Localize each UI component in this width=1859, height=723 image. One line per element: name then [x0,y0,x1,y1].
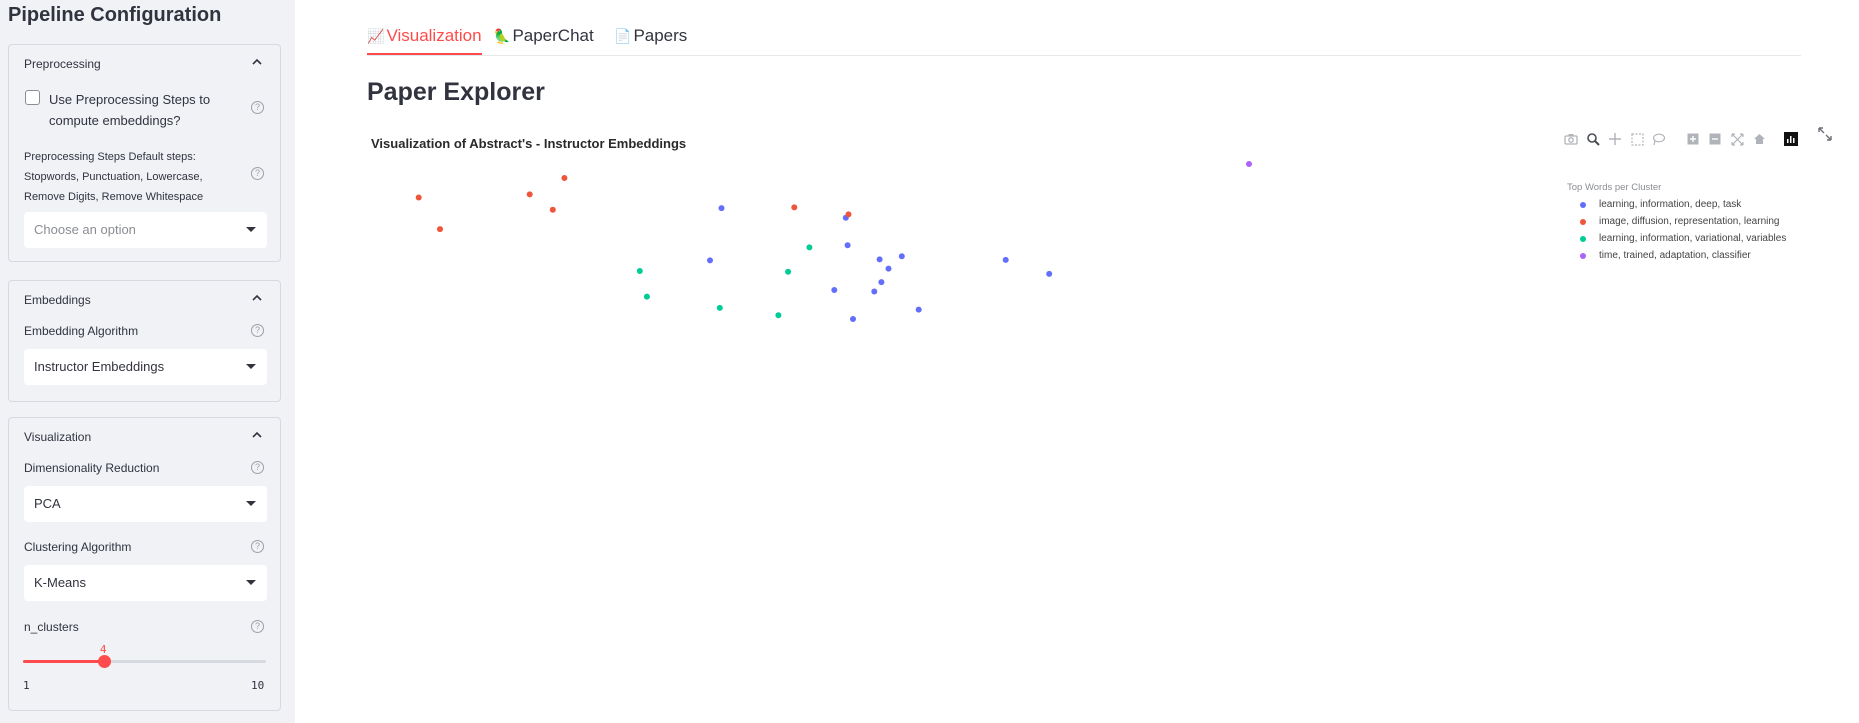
scatter-point-0-5[interactable] [707,257,713,264]
legend-item[interactable]: learning, information, variational, vari… [1567,230,1786,247]
scatter-point-0-4[interactable] [876,256,883,263]
scatter-point-0-7[interactable] [1002,256,1009,263]
scatter-point-0-11[interactable] [871,288,878,295]
n-clusters-min: 1 [23,679,30,692]
clustering-algorithm-label: Clustering Algorithm [24,540,132,554]
slider-fill [23,660,104,663]
embeddings-header[interactable]: Embeddings [24,293,91,307]
scatter-point-2-5[interactable] [775,312,782,319]
scatter-point-0-12[interactable] [915,306,922,313]
scatter-point-0-6[interactable] [885,265,892,272]
scatter-point-1-5[interactable] [791,204,798,211]
scatter-point-2-0[interactable] [806,244,813,251]
preprocessing-panel: Preprocessing Use Preprocessing Steps to… [8,44,281,262]
legend-marker-2 [1580,235,1586,242]
scatter-point-3-0[interactable] [1246,161,1252,167]
legend-marker-0 [1580,201,1586,208]
sidebar-title: Pipeline Configuration [8,4,222,26]
scatter-point-1-6[interactable] [845,211,852,218]
help-icon[interactable]: ? [251,167,264,180]
help-icon[interactable]: ? [251,324,264,337]
preprocessing-steps-label: Preprocessing Steps Default steps: Stopw… [24,151,204,203]
scatter-point-0-9[interactable] [878,279,885,286]
scatter-point-0-0[interactable] [718,205,725,212]
slider-thumb[interactable] [97,655,111,668]
chart-legend: Top Words per Cluster learning, informat… [1567,182,1786,264]
caret-down-icon [246,580,256,585]
scatter-point-1-4[interactable] [437,226,443,233]
scatter-point-1-1[interactable] [415,194,422,201]
scatter-point-2-4[interactable] [716,304,723,311]
caret-down-icon [246,364,256,369]
legend-item[interactable]: image, diffusion, representation, learni… [1567,213,1786,230]
scatter-point-0-3[interactable] [898,253,905,260]
help-icon[interactable]: ? [251,620,264,633]
n-clusters-max: 10 [251,679,265,692]
help-icon[interactable]: ? [251,101,264,114]
chevron-up-icon[interactable] [252,57,262,67]
dimensionality-reduction-label: Dimensionality Reduction [24,461,160,475]
preprocessing-header[interactable]: Preprocessing [24,57,101,71]
legend-marker-3 [1580,252,1586,259]
scatter-point-1-0[interactable] [561,175,568,181]
visualization-header[interactable]: Visualization [24,430,91,444]
chevron-up-icon[interactable] [252,430,262,440]
clustering-algorithm-select[interactable]: K-Means [24,565,267,601]
embedding-algorithm-select[interactable]: Instructor Embeddings [24,349,267,385]
chevron-up-icon[interactable] [252,293,262,303]
preprocessing-checkbox[interactable] [25,90,40,105]
legend-marker-1 [1580,218,1586,225]
dimensionality-reduction-select[interactable]: PCA [24,486,267,522]
help-icon[interactable]: ? [251,540,264,553]
legend-item[interactable]: time, trained, adaptation, classifier [1567,247,1786,264]
scatter-point-0-10[interactable] [831,287,838,293]
visualization-panel: Visualization Dimensionality Reduction ?… [8,417,281,711]
preprocessing-checkbox-label[interactable]: Use Preprocessing Steps to compute embed… [49,89,210,131]
scatter-point-0-13[interactable] [850,316,856,322]
caret-down-icon [246,501,256,506]
scatter-point-0-2[interactable] [844,242,851,249]
n-clusters-slider[interactable] [23,655,266,668]
help-icon[interactable]: ? [251,461,264,474]
scatter-point-2-3[interactable] [643,293,650,300]
preprocessing-steps-select[interactable]: Choose an option [24,212,267,248]
sidebar: Pipeline Configuration Preprocessing Use… [0,0,295,723]
n-clusters-label: n_clusters [24,620,79,634]
scatter-point-2-2[interactable] [785,268,792,275]
legend-title: Top Words per Cluster [1567,182,1662,193]
caret-down-icon [246,227,256,232]
scatter-plot[interactable] [295,0,1859,723]
scatter-point-1-2[interactable] [526,191,533,198]
embeddings-panel: Embeddings Embedding Algorithm ? Instruc… [8,280,281,402]
scatter-point-1-3[interactable] [549,206,556,213]
scatter-point-2-1[interactable] [636,268,643,274]
legend-item[interactable]: learning, information, deep, task [1567,196,1786,213]
embedding-algorithm-label: Embedding Algorithm [24,324,139,338]
scatter-point-0-8[interactable] [1046,270,1053,277]
main-area: 📈 Visualization 🦜 PaperChat 📄 Papers Pap… [295,0,1859,723]
